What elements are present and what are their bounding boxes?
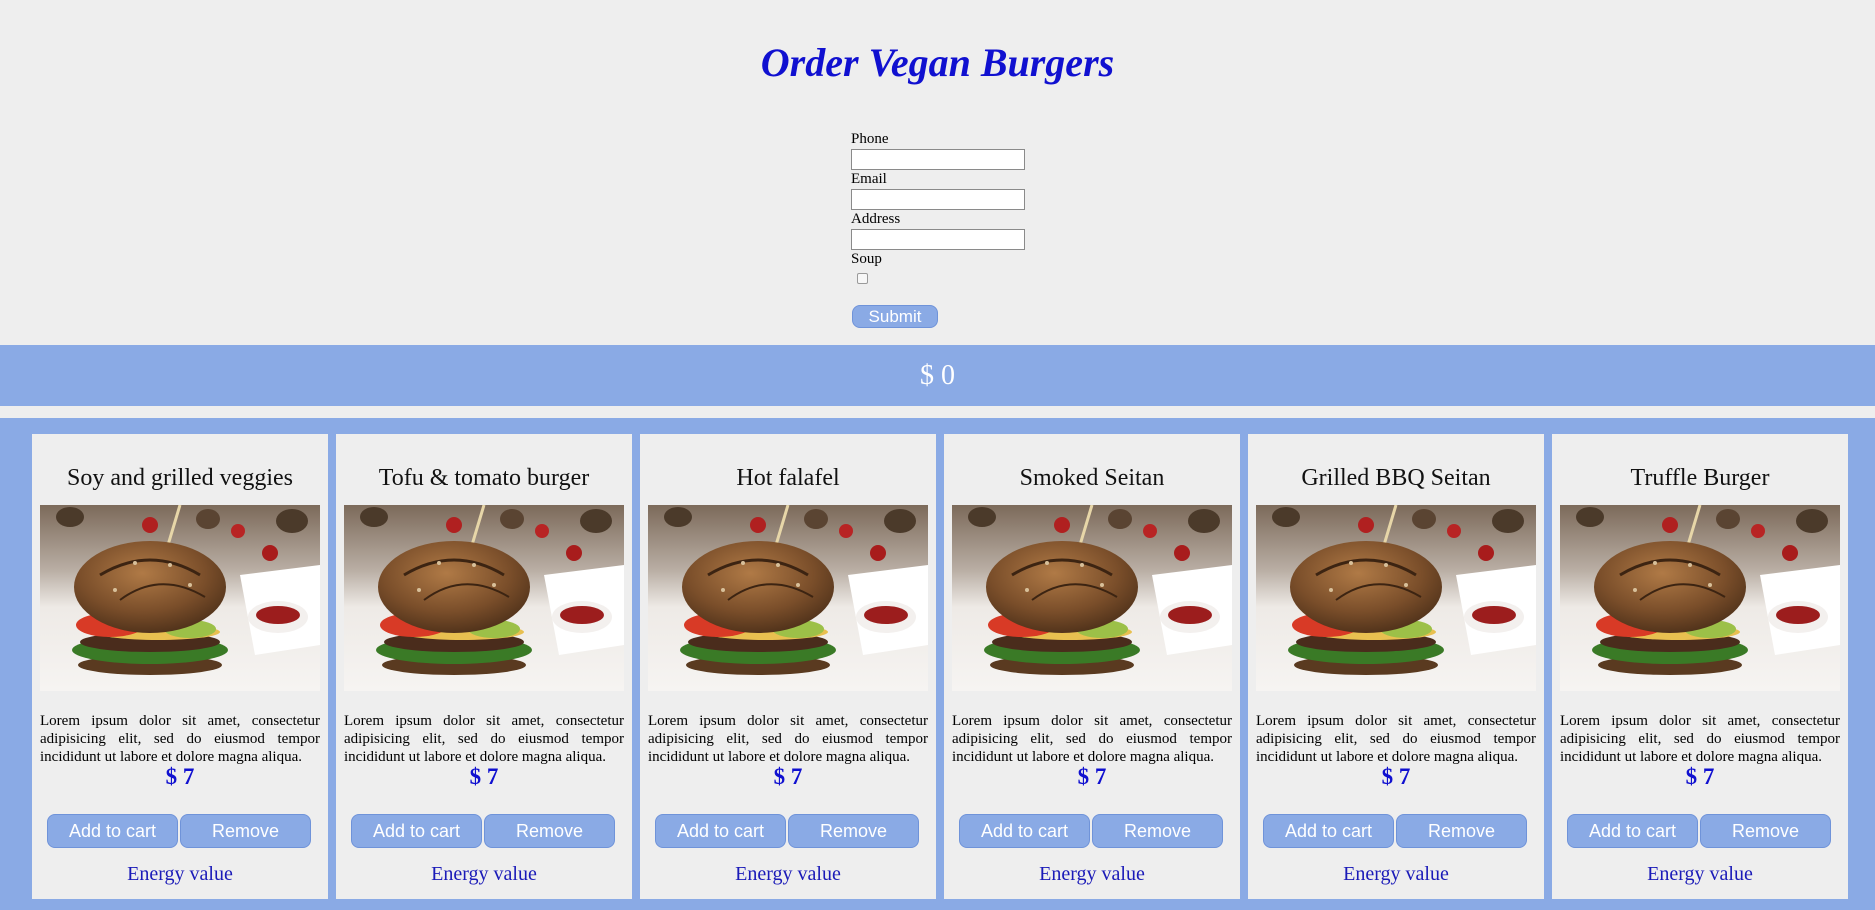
remove-button[interactable]: Remove (1092, 814, 1223, 848)
product-name: Tofu & tomato burger (378, 465, 590, 491)
burger-image (344, 505, 624, 691)
burger-image (952, 505, 1232, 691)
product-list: Soy and grilled veggies Lorem ipsum dolo… (0, 418, 1875, 910)
product-description: Lorem ipsum dolor sit amet, consectetur … (40, 713, 320, 765)
energy-value-link[interactable]: Energy value (640, 862, 936, 886)
product-card-2: Tofu & tomato burger Lorem ipsum dolor s… (336, 434, 632, 899)
add-to-cart-button[interactable]: Add to cart (1263, 814, 1394, 848)
energy-value-link[interactable]: Energy value (336, 862, 632, 886)
soup-label: Soup (851, 251, 882, 267)
product-price: $ 7 (469, 764, 499, 789)
product-price: $ 7 (165, 764, 195, 789)
phone-label: Phone (851, 131, 889, 147)
email-input[interactable] (851, 189, 1025, 210)
remove-button[interactable]: Remove (1700, 814, 1831, 848)
remove-button[interactable]: Remove (1396, 814, 1527, 848)
burger-image (40, 505, 320, 691)
energy-value-link[interactable]: Energy value (944, 862, 1240, 886)
add-to-cart-button[interactable]: Add to cart (1567, 814, 1698, 848)
product-description: Lorem ipsum dolor sit amet, consectetur … (1256, 713, 1536, 765)
remove-button[interactable]: Remove (484, 814, 615, 848)
burger-image (648, 505, 928, 691)
product-card-6: Truffle Burger Lorem ipsum dolor sit ame… (1552, 434, 1848, 899)
product-name: Truffle Burger (1630, 465, 1770, 491)
product-card-3: Hot falafel Lorem ipsum dolor sit amet, … (640, 434, 936, 899)
product-description: Lorem ipsum dolor sit amet, consectetur … (952, 713, 1232, 765)
energy-value-link[interactable]: Energy value (1248, 862, 1544, 886)
burger-image (1560, 505, 1840, 691)
submit-button[interactable]: Submit (852, 305, 938, 328)
address-input[interactable] (851, 229, 1025, 250)
product-card-4: Smoked Seitan Lorem ipsum dolor sit amet… (944, 434, 1240, 899)
product-name: Smoked Seitan (1019, 465, 1165, 491)
product-price: $ 7 (1685, 764, 1715, 789)
email-label: Email (851, 171, 887, 187)
add-to-cart-button[interactable]: Add to cart (655, 814, 786, 848)
product-price: $ 7 (1381, 764, 1411, 789)
energy-value-link[interactable]: Energy value (1552, 862, 1848, 886)
soup-checkbox[interactable] (857, 273, 868, 284)
address-label: Address (851, 211, 901, 227)
product-card-1: Soy and grilled veggies Lorem ipsum dolo… (32, 434, 328, 899)
remove-button[interactable]: Remove (788, 814, 919, 848)
remove-button[interactable]: Remove (180, 814, 311, 848)
energy-value-link[interactable]: Energy value (32, 862, 328, 886)
add-to-cart-button[interactable]: Add to cart (47, 814, 178, 848)
product-card-5: Grilled BBQ Seitan Lorem ipsum dolor sit… (1248, 434, 1544, 899)
add-to-cart-button[interactable]: Add to cart (351, 814, 482, 848)
burger-image (1256, 505, 1536, 691)
cart-total: $ 0 (0, 345, 1875, 406)
product-name: Grilled BBQ Seitan (1301, 465, 1491, 491)
order-form: Phone Email Address Soup Submit (851, 130, 1051, 328)
product-description: Lorem ipsum dolor sit amet, consectetur … (344, 713, 624, 765)
product-name: Soy and grilled veggies (67, 465, 293, 491)
product-price: $ 7 (1077, 764, 1107, 789)
product-name: Hot falafel (736, 465, 840, 491)
product-description: Lorem ipsum dolor sit amet, consectetur … (1560, 713, 1840, 765)
product-description: Lorem ipsum dolor sit amet, consectetur … (648, 713, 928, 765)
product-price: $ 7 (773, 764, 803, 789)
page-title: Order Vegan Burgers (760, 40, 1115, 85)
add-to-cart-button[interactable]: Add to cart (959, 814, 1090, 848)
phone-input[interactable] (851, 149, 1025, 170)
